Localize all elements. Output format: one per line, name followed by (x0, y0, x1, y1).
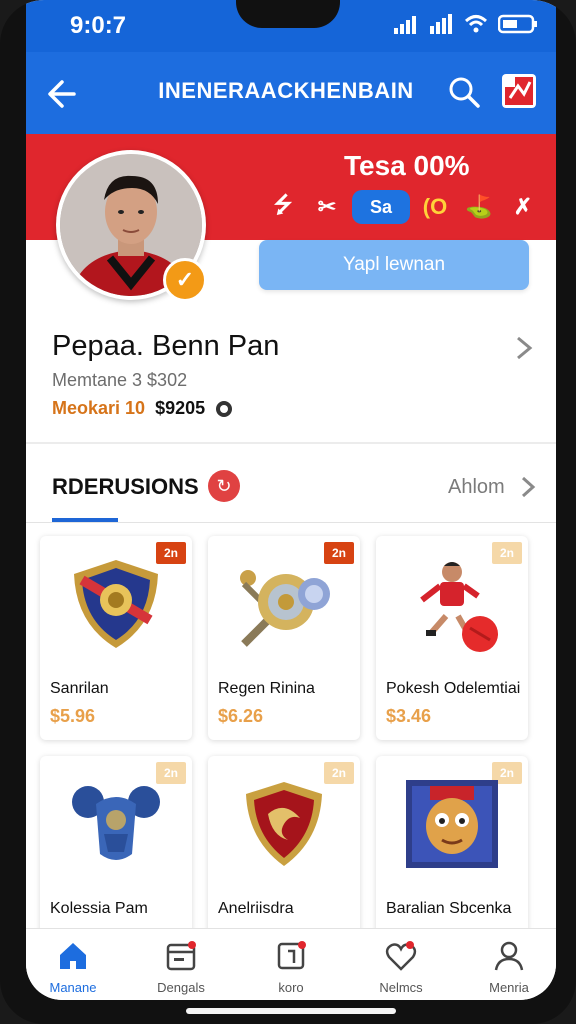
nav-label: Dengals (157, 980, 205, 995)
blue-armor-icon (72, 786, 160, 860)
card-name: Regen Rinina (218, 680, 315, 697)
card-name: Anelriisdra (218, 900, 294, 917)
product-card[interactable]: 2n Sanrilan $5.96 (40, 536, 192, 740)
battery-icon (498, 14, 537, 34)
divider (26, 522, 556, 523)
signal-icon (394, 16, 416, 34)
badge-sa-pill[interactable]: Sa (352, 190, 410, 224)
badge-close-icon[interactable]: ✗ (504, 190, 542, 224)
badge-flag-icon[interactable]: ⛳ (460, 190, 498, 224)
app-bar: INENERAACKHENBAIN (26, 52, 556, 134)
red-shield-icon (246, 782, 322, 866)
phone-frame: 9:0:7 INENERAACKHENBAIN ✓ Tesa 00% ⭍ ✂ S… (0, 0, 576, 1024)
badge-row: ⭍ ✂ Sa (O ⛳ ✗ (264, 190, 542, 224)
card-price: $3.46 (386, 706, 432, 726)
shield-crest-icon (74, 560, 158, 648)
home-indicator[interactable] (186, 1008, 396, 1014)
card-price: $5.96 (50, 706, 96, 726)
nav-item-dengals[interactable]: Dengals (136, 939, 226, 997)
search-icon[interactable] (446, 74, 482, 110)
refresh-icon[interactable]: ↻ (208, 470, 240, 502)
profile-percentage: Tesa 00% (344, 150, 470, 181)
profile-meta: Meokari 10 $9205 (52, 398, 233, 419)
see-all-link[interactable]: Ahlom (448, 476, 505, 499)
badge-pin-icon[interactable]: ⭍ (264, 190, 302, 224)
section-title[interactable]: RDERUSIONS (52, 474, 199, 500)
coin-icon (216, 400, 233, 417)
nav-label: Menria (489, 980, 529, 995)
profile-meta-value: $9205 (155, 398, 206, 418)
product-card[interactable]: 2n Regen Rinina $6.26 (208, 536, 360, 740)
shield-mace-icon (240, 570, 330, 647)
wifi-icon (464, 15, 488, 33)
product-card[interactable]: 2n Pokesh Odelemtiai $3.46 (376, 536, 528, 740)
nav-item-home[interactable]: Manane (28, 939, 118, 997)
bookmark-icon (277, 941, 306, 970)
footballer-icon (420, 562, 498, 652)
chevron-right-icon[interactable] (518, 474, 538, 500)
app-title: INENERAACKHENBAIN (158, 78, 414, 103)
bottom-nav: Manane Dengals koro Nelmcs Menria (26, 928, 556, 1000)
heart-icon (385, 941, 417, 971)
nav-label: koro (278, 980, 304, 995)
badge-coin-icon[interactable]: (O (416, 190, 454, 224)
card-name: Sanrilan (50, 680, 109, 697)
calendar-icon (166, 941, 196, 971)
status-icons (394, 14, 538, 34)
status-bar: 9:0:7 (26, 0, 556, 52)
screen: 9:0:7 INENERAACKHENBAIN ✓ Tesa 00% ⭍ ✂ S… (26, 0, 556, 1000)
profile-name: Pepaa. Benn Pan (52, 330, 280, 362)
profile-subtitle: Memtane 3 $302 (52, 370, 188, 390)
character-portrait-icon (406, 780, 498, 868)
chevron-right-icon[interactable] (512, 334, 536, 362)
profile-action-button[interactable]: Yapl lewnan (259, 240, 529, 290)
home-icon (60, 943, 86, 969)
badge-tools-icon[interactable]: ✂ (308, 190, 346, 224)
nav-item-nelmcs[interactable]: Nelmcs (356, 939, 446, 997)
back-arrow-icon[interactable] (44, 74, 84, 114)
card-name: Pokesh Odelemtiai (386, 680, 521, 697)
profile-meta-label: Meokari 10 (52, 398, 146, 418)
card-name: Kolessia Pam (50, 900, 148, 917)
nav-item-menria[interactable]: Menria (464, 939, 554, 997)
signal-icon-2 (430, 14, 452, 34)
verified-badge-icon: ✓ (163, 258, 207, 302)
flag-icon[interactable] (502, 74, 536, 108)
card-price: $6.26 (218, 706, 264, 726)
camera-notch (236, 0, 340, 28)
nav-label: Manane (49, 980, 97, 995)
nav-label: Nelmcs (379, 980, 423, 995)
status-time: 9:0:7 (70, 12, 127, 39)
divider (26, 442, 556, 444)
nav-item-koro[interactable]: koro (246, 939, 336, 997)
user-icon (494, 941, 524, 971)
card-name: Baralian Sbcenka (386, 900, 512, 917)
